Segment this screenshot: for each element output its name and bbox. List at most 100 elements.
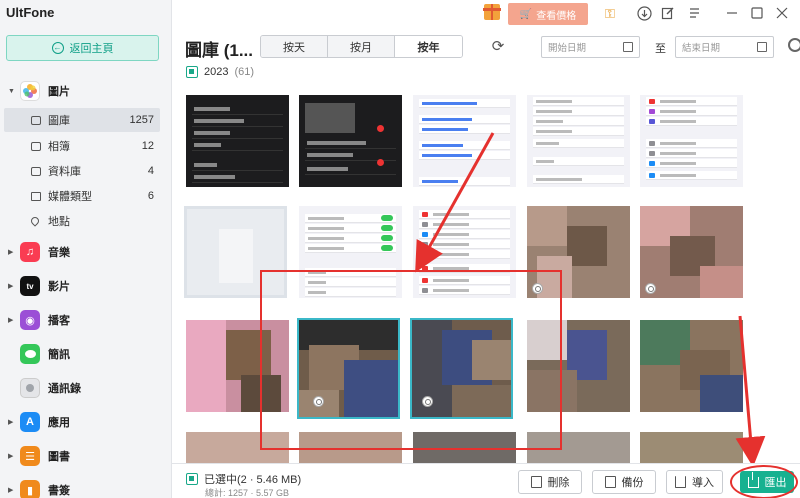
selection-summary: 已選中(2 · 5.46 MB) — [186, 471, 301, 487]
delete-button[interactable]: 刪除 — [518, 470, 582, 494]
media-type-icon — [31, 191, 41, 201]
menu-icon[interactable] — [687, 5, 703, 21]
sidebar-item-media-type[interactable]: 媒體類型 6 — [4, 184, 160, 208]
apple-tv-app-icon: tv — [20, 276, 40, 296]
calendar-icon — [757, 42, 767, 52]
start-date-placeholder: 開始日期 — [548, 43, 587, 54]
tab-by-month[interactable]: 按月 — [328, 36, 395, 57]
settings-gear-icon[interactable] — [788, 38, 800, 52]
view-mode-tabs: 按天 按月 按年 — [260, 35, 463, 58]
app-store-icon: A — [20, 412, 40, 432]
category-label: 影片 — [48, 281, 70, 293]
import-button[interactable]: 導入 — [666, 470, 723, 494]
expand-arrow-icon: ▶ — [8, 249, 14, 256]
category-label: 書簽 — [48, 485, 70, 497]
backup-button[interactable]: 備份 — [592, 470, 656, 494]
sidebar-item-location[interactable]: 地點 — [4, 209, 160, 233]
music-app-icon: ♫ — [20, 242, 40, 262]
delete-label: 刪除 — [547, 477, 570, 489]
import-label: 導入 — [692, 477, 714, 489]
date-range-separator: 至 — [655, 43, 666, 55]
category-label: 應用 — [48, 417, 70, 429]
photo-thumbnail[interactable] — [640, 320, 743, 412]
back-to-home-button[interactable]: ← 返回主頁 — [6, 35, 159, 61]
selected-text: 已選中(2 · 5.46 MB) — [204, 474, 302, 486]
backup-label: 備份 — [621, 477, 644, 489]
category-apps[interactable]: ▶ A 應用 — [0, 407, 172, 437]
category-label: 播客 — [48, 315, 70, 327]
category-label: 通訊錄 — [48, 383, 81, 395]
close-icon[interactable] — [774, 5, 790, 21]
category-messages[interactable]: 簡訊 — [0, 339, 172, 369]
category-videos[interactable]: ▶ tv 影片 — [0, 271, 172, 301]
photo-thumbnail[interactable] — [184, 206, 287, 298]
gift-icon[interactable] — [483, 4, 501, 20]
tab-by-year[interactable]: 按年 — [395, 36, 462, 57]
sidebar-item-label: 相簿 — [48, 141, 70, 153]
sidebar-item-label: 圖庫 — [48, 115, 70, 127]
photo-thumbnail[interactable] — [299, 95, 402, 187]
export-label: 匯出 — [764, 477, 787, 489]
category-photos[interactable]: ▼ 圖片 — [0, 76, 172, 106]
select-all-checkbox[interactable] — [186, 473, 198, 485]
sidebar-item-count: 1257 — [129, 114, 154, 126]
home-button-label: 返回主頁 — [69, 43, 114, 55]
category-contacts[interactable]: 通訊錄 — [0, 373, 172, 403]
expand-arrow-icon: ▶ — [8, 283, 14, 290]
category-label: 圖片 — [48, 86, 70, 98]
end-date-field[interactable]: 結束日期 — [675, 36, 774, 58]
minimize-icon[interactable] — [724, 5, 740, 21]
maximize-icon[interactable] — [749, 5, 765, 21]
export-icon — [747, 471, 759, 488]
sidebar: UltFone ← 返回主頁 ▼ 圖片 圖庫 1257 相簿 12 資料庫 4 … — [0, 0, 172, 498]
view-price-button[interactable]: 🛒 查看價格 — [508, 3, 588, 25]
photo-thumbnail[interactable] — [299, 206, 402, 298]
photo-thumbnail[interactable] — [527, 320, 630, 412]
category-music[interactable]: ▶ ♫ 音樂 — [0, 237, 172, 267]
photo-thumbnail[interactable] — [186, 320, 289, 412]
sidebar-item-gallery[interactable]: 圖庫 1257 — [4, 108, 160, 132]
photo-thumbnail[interactable] — [186, 432, 289, 463]
year-select-checkbox[interactable] — [186, 66, 198, 78]
import-icon — [675, 476, 686, 488]
year-count: (61) — [234, 66, 255, 78]
refresh-icon[interactable]: ⟳ — [489, 37, 507, 55]
key-icon[interactable]: ⚿ — [602, 5, 618, 21]
photo-thumbnail[interactable] — [413, 432, 516, 463]
price-button-label: 查看價格 — [536, 10, 577, 22]
category-bookmarks[interactable]: ▶ ▮ 書簽 — [0, 475, 172, 498]
sidebar-item-album[interactable]: 相簿 12 — [4, 134, 160, 158]
category-books[interactable]: ▶ ☰ 圖書 — [0, 441, 172, 471]
books-app-icon: ☰ — [20, 446, 40, 466]
calendar-icon — [623, 42, 633, 52]
start-date-field[interactable]: 開始日期 — [541, 36, 640, 58]
expand-arrow-icon: ▶ — [8, 317, 14, 324]
sidebar-item-count: 4 — [147, 165, 154, 177]
podcasts-app-icon: ◉ — [20, 310, 40, 330]
photo-thumbnail[interactable] — [413, 95, 516, 187]
cart-icon: 🛒 — [519, 8, 533, 20]
photo-thumbnail[interactable] — [640, 432, 743, 463]
category-podcasts[interactable]: ▶ ◉ 播客 — [0, 305, 172, 335]
download-icon[interactable] — [636, 5, 652, 21]
photo-thumbnail[interactable] — [527, 95, 630, 187]
photo-thumbnail-selected[interactable] — [410, 318, 513, 419]
category-label: 音樂 — [48, 247, 70, 259]
photo-thumbnail[interactable] — [527, 206, 630, 298]
photo-thumbnail[interactable] — [186, 95, 289, 187]
photo-thumbnail[interactable] — [299, 432, 402, 463]
photo-thumbnail[interactable] — [640, 95, 743, 187]
total-summary: 總計: 1257 · 5.57 GB — [205, 488, 290, 498]
photo-thumbnail[interactable] — [640, 206, 743, 298]
photo-thumbnail[interactable] — [527, 432, 630, 463]
edit-icon[interactable] — [660, 5, 676, 21]
photo-thumbnail[interactable] — [413, 206, 516, 298]
sidebar-item-library[interactable]: 資料庫 4 — [4, 159, 160, 183]
location-icon — [29, 215, 41, 227]
export-button[interactable]: 匯出 — [740, 471, 794, 493]
year-group-header[interactable]: 2023 (61) — [186, 66, 254, 78]
category-label: 簡訊 — [48, 349, 70, 361]
gallery-icon — [31, 115, 41, 125]
tab-by-day[interactable]: 按天 — [261, 36, 328, 57]
photo-thumbnail-selected[interactable] — [297, 318, 400, 419]
